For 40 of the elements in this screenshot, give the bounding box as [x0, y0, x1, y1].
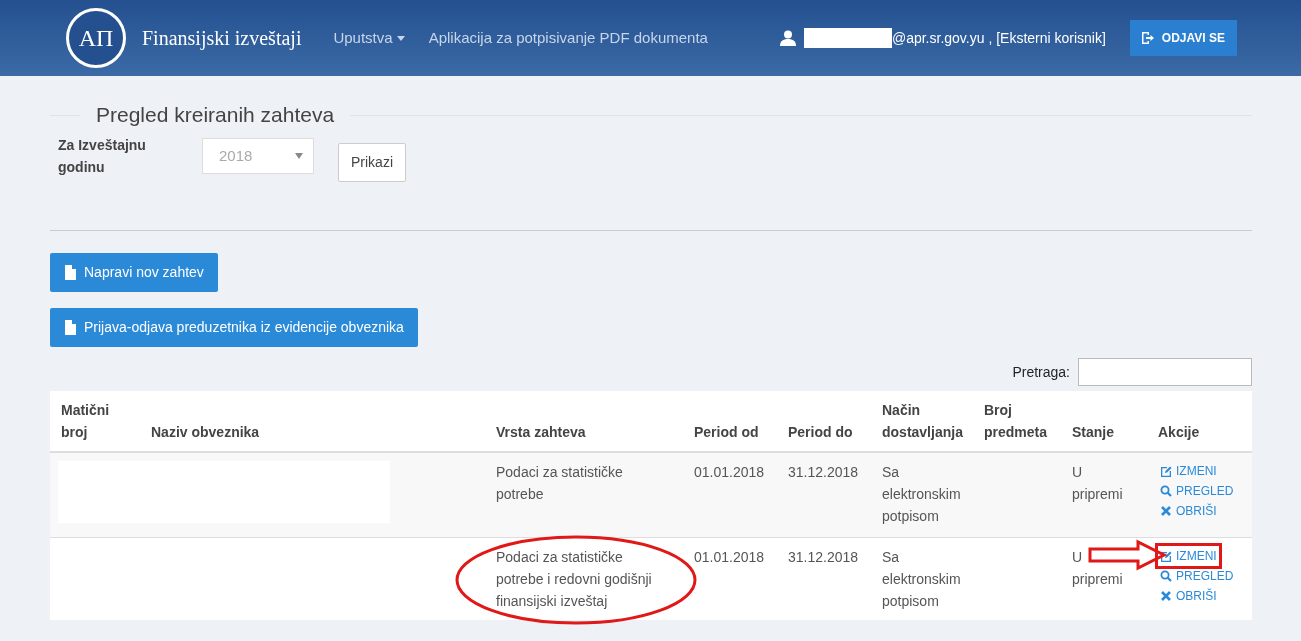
document-icon — [64, 265, 76, 280]
close-icon — [1160, 590, 1172, 602]
search-field[interactable] — [1078, 358, 1252, 386]
table-cell-text: U pripremi — [1072, 548, 1124, 589]
create-button[interactable]: Prijava-odjava preduzetnika iz evidencije obveznika — [50, 308, 418, 347]
edit-icon — [1160, 550, 1172, 562]
action-link[interactable]: PREGLED — [1158, 481, 1236, 501]
user-icon — [779, 30, 796, 46]
action-link[interactable]: IZMENI — [1158, 461, 1219, 481]
field-label: Za Izveštajnu godinu — [58, 136, 147, 177]
search-icon — [1160, 485, 1172, 497]
user-label: @apr.sr.gov.yu , [Eksterni korisnik] — [891, 28, 1106, 48]
section-title: Pregled kreiranih zahteva — [96, 102, 335, 129]
table-cell-text: 31.12.2018 — [788, 463, 859, 482]
show-button[interactable]: Prikazi — [338, 143, 406, 182]
action-link[interactable]: OBRIŠI — [1158, 501, 1219, 521]
table-cell-text: Sa elektronskim potpisom — [882, 548, 962, 611]
document-icon — [64, 320, 76, 335]
nav-link[interactable]: Uputstva — [333, 26, 405, 50]
table-cell-text: 31.12.2018 — [788, 548, 859, 567]
brand-title[interactable]: Finansijski izveštaji — [142, 23, 302, 53]
action-link[interactable]: OBRIŠI — [1158, 586, 1219, 606]
close-icon — [1160, 505, 1172, 517]
action-link[interactable]: IZMENI — [1158, 546, 1219, 566]
nav-link[interactable]: Aplikacija za potpisivanje PDF dokumenta — [428, 26, 708, 50]
table-cell-text: Podaci za statističke potrebe — [496, 463, 624, 504]
create-button[interactable]: Napravi nov zahtev — [50, 253, 218, 292]
table-cell-text: 01.01.2018 — [694, 463, 765, 482]
table-cell-text: U pripremi — [1072, 463, 1124, 504]
table-cell-text: Sa elektronskim potpisom — [882, 463, 962, 526]
search-label: Pretraga: — [1012, 362, 1070, 382]
logout-icon — [1141, 32, 1154, 44]
search-icon — [1160, 570, 1172, 582]
caret-icon — [295, 153, 303, 159]
logout-button[interactable]: ODJAVI SE — [1129, 20, 1237, 56]
logo[interactable]: AП — [66, 8, 126, 68]
table-cell-text: 01.01.2018 — [694, 548, 765, 567]
action-link[interactable]: PREGLED — [1158, 566, 1236, 586]
edit-icon — [1160, 465, 1172, 477]
table-cell-text: Podaci za statističke potrebe i redovni godišnji finansijski izveštaj — [496, 548, 653, 611]
